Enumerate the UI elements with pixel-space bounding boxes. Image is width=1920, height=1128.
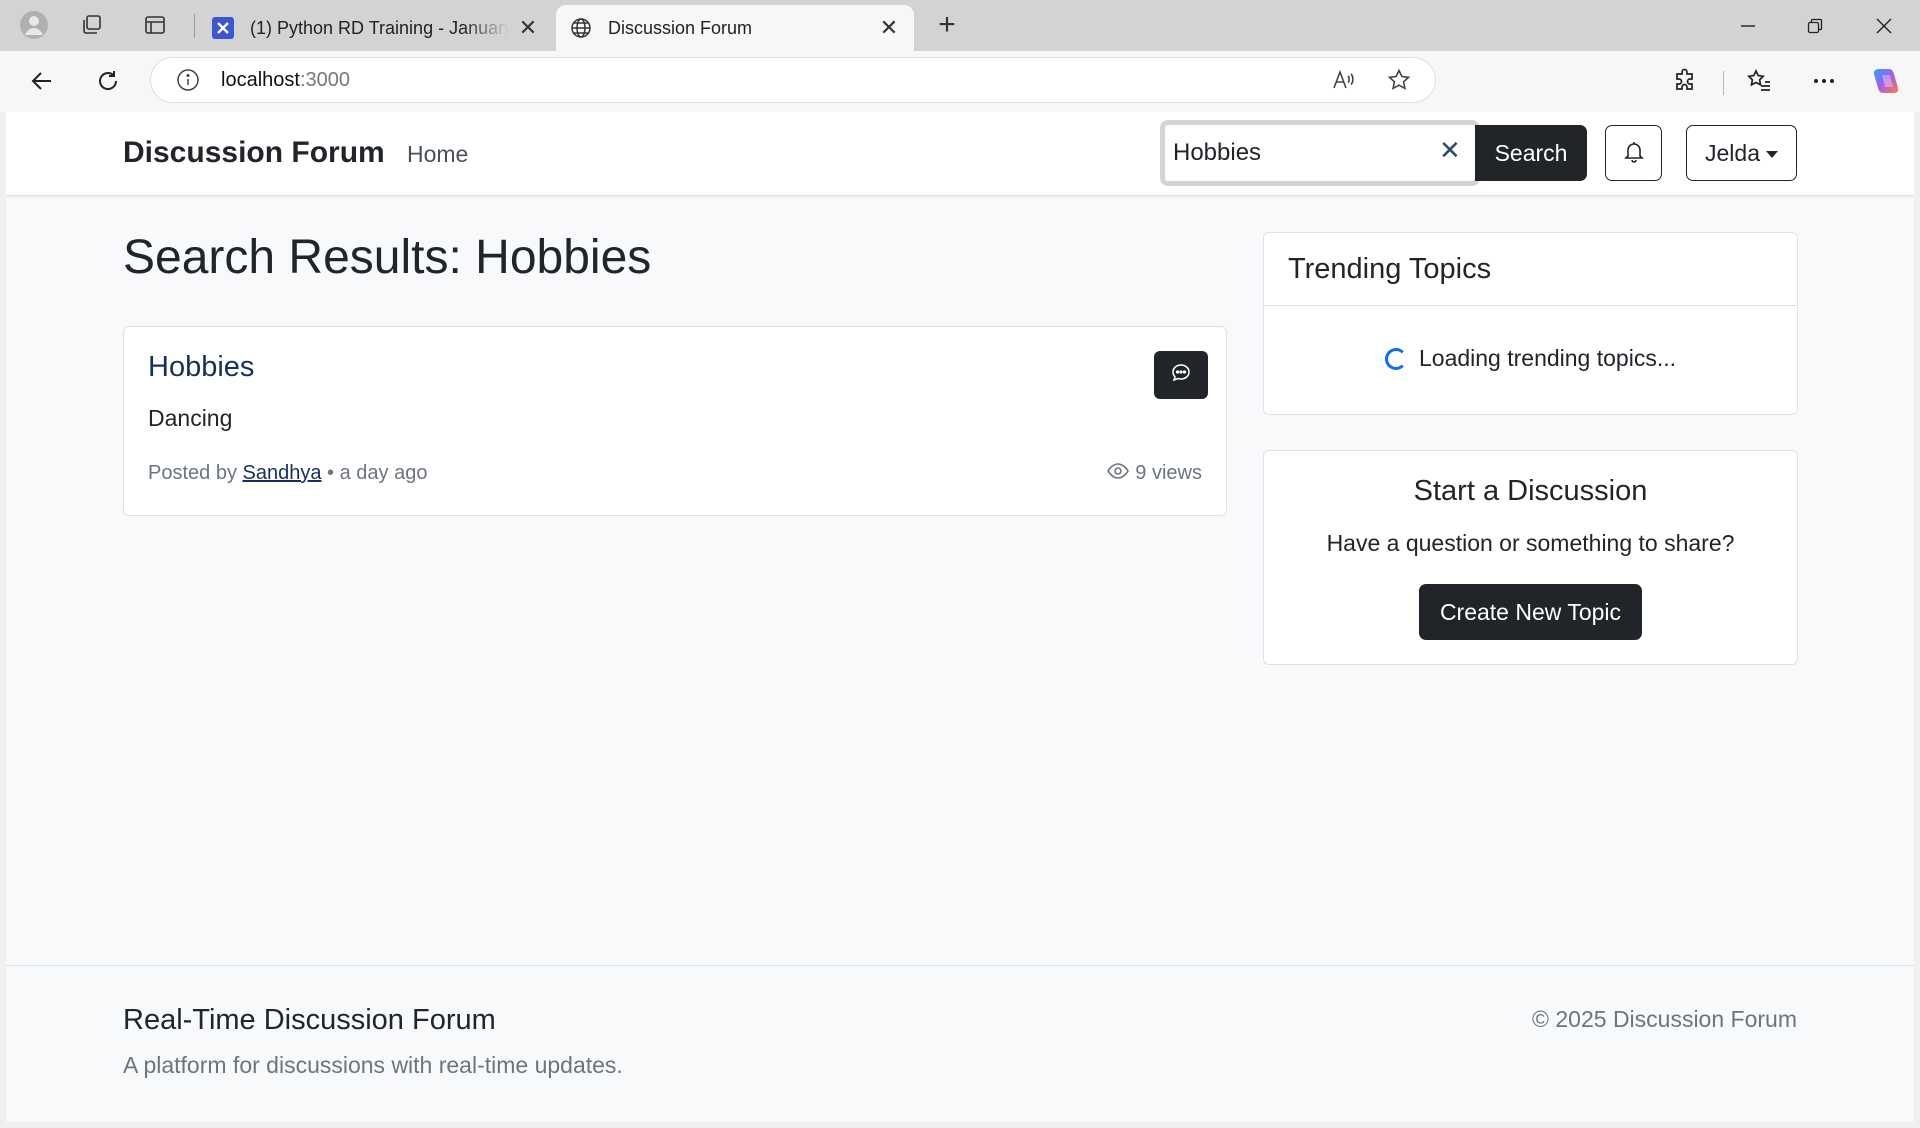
user-name: Jelda bbox=[1705, 139, 1760, 166]
post-meta: Posted by Sandhya • a day ago bbox=[148, 462, 427, 485]
tab-actions-icon[interactable] bbox=[133, 5, 177, 45]
tab-title: Discussion Forum bbox=[608, 17, 753, 38]
start-discussion-card: Start a Discussion Have a question or so… bbox=[1263, 450, 1798, 665]
globe-icon bbox=[570, 17, 592, 39]
post-views: 9 views bbox=[1107, 462, 1202, 485]
tab-close-icon[interactable]: ✕ bbox=[878, 15, 900, 41]
user-menu-dropdown[interactable]: Jelda bbox=[1686, 125, 1797, 181]
browser-toolbar: localhost:3000 bbox=[0, 51, 1920, 112]
clear-search-icon[interactable]: ✕ bbox=[1439, 135, 1461, 166]
author-link[interactable]: Sandhya bbox=[243, 462, 322, 484]
comment-button[interactable] bbox=[1154, 351, 1208, 399]
app-favicon-icon bbox=[212, 17, 234, 39]
site-footer: Real-Time Discussion Forum A platform fo… bbox=[6, 965, 1914, 1122]
refresh-icon[interactable] bbox=[86, 59, 130, 103]
start-discussion-title: Start a Discussion bbox=[1413, 475, 1648, 507]
restore-icon[interactable] bbox=[1782, 0, 1848, 51]
bell-icon bbox=[1622, 139, 1646, 168]
more-options-icon[interactable] bbox=[1802, 59, 1846, 103]
page-title: Search Results: Hobbies bbox=[123, 231, 652, 284]
chat-bubble-icon bbox=[1171, 363, 1191, 388]
create-topic-button[interactable]: Create New Topic bbox=[1419, 584, 1642, 640]
profile-avatar-icon[interactable] bbox=[12, 5, 56, 45]
address-bar[interactable]: localhost:3000 bbox=[150, 57, 1436, 103]
favorite-star-icon[interactable] bbox=[1387, 68, 1411, 97]
window-frame-bottom bbox=[0, 1122, 1920, 1128]
tab-divider bbox=[194, 14, 195, 38]
new-tab-plus-icon[interactable]: + bbox=[925, 5, 969, 45]
loading-text: Loading trending topics... bbox=[1418, 345, 1676, 371]
extensions-icon[interactable] bbox=[1663, 59, 1707, 103]
caret-down-icon bbox=[1765, 150, 1778, 158]
footer-copyright: © 2025 Discussion Forum bbox=[1532, 1006, 1797, 1032]
search-button[interactable]: Search bbox=[1475, 125, 1587, 181]
toolbar-separator bbox=[1723, 71, 1724, 95]
browser-tabstrip: (1) Python RD Training - January 2025 ✕ … bbox=[0, 0, 1920, 51]
footer-description: A platform for discussions with real-tim… bbox=[123, 1052, 623, 1078]
workspaces-icon[interactable] bbox=[70, 5, 114, 45]
post-card: Hobbies Dancing Posted by Sandhya • a da… bbox=[123, 326, 1227, 516]
trending-loading: Loading trending topics... bbox=[1264, 345, 1797, 372]
start-discussion-subtitle: Have a question or something to share? bbox=[1326, 530, 1735, 556]
page-content: Discussion Forum Home ✕ Search Jelda Sea… bbox=[6, 112, 1914, 1122]
site-brand[interactable]: Discussion Forum bbox=[123, 136, 385, 170]
back-arrow-icon[interactable] bbox=[20, 59, 64, 103]
eye-icon bbox=[1107, 462, 1130, 485]
window-close-icon[interactable] bbox=[1851, 0, 1917, 51]
footer-title: Real-Time Discussion Forum bbox=[123, 1004, 496, 1036]
posted-by-label: Posted by bbox=[148, 462, 237, 484]
site-navbar: Discussion Forum Home ✕ Search Jelda bbox=[6, 112, 1914, 196]
read-aloud-icon[interactable] bbox=[1331, 68, 1355, 97]
tab-close-icon[interactable]: ✕ bbox=[517, 15, 539, 41]
favorites-list-icon[interactable] bbox=[1737, 59, 1781, 103]
post-time: • a day ago bbox=[327, 462, 428, 484]
copilot-icon[interactable] bbox=[1864, 59, 1908, 103]
search-field-wrapper: ✕ bbox=[1160, 120, 1480, 186]
window-frame-right bbox=[1914, 112, 1920, 1128]
tab-discussion-forum[interactable]: Discussion Forum ✕ bbox=[556, 5, 914, 51]
loading-spinner-icon bbox=[1384, 347, 1407, 370]
post-title-link[interactable]: Hobbies bbox=[148, 351, 254, 384]
site-info-icon[interactable] bbox=[175, 67, 201, 93]
tab-title: (1) Python RD Training - January 2025 bbox=[250, 17, 509, 38]
trending-topics-card: Trending Topics Loading trending topics.… bbox=[1263, 232, 1798, 415]
url-text: localhost:3000 bbox=[221, 68, 350, 91]
trending-title: Trending Topics bbox=[1264, 233, 1797, 306]
tab-python-training[interactable]: (1) Python RD Training - January 2025 ✕ bbox=[198, 5, 553, 51]
views-count: 9 views bbox=[1135, 462, 1202, 484]
nav-link-home[interactable]: Home bbox=[407, 141, 468, 168]
minimize-icon[interactable] bbox=[1715, 0, 1781, 51]
notifications-button[interactable] bbox=[1605, 125, 1662, 181]
search-input[interactable] bbox=[1173, 131, 1425, 175]
window-frame-left bbox=[0, 112, 6, 1128]
post-body: Dancing bbox=[148, 405, 233, 431]
